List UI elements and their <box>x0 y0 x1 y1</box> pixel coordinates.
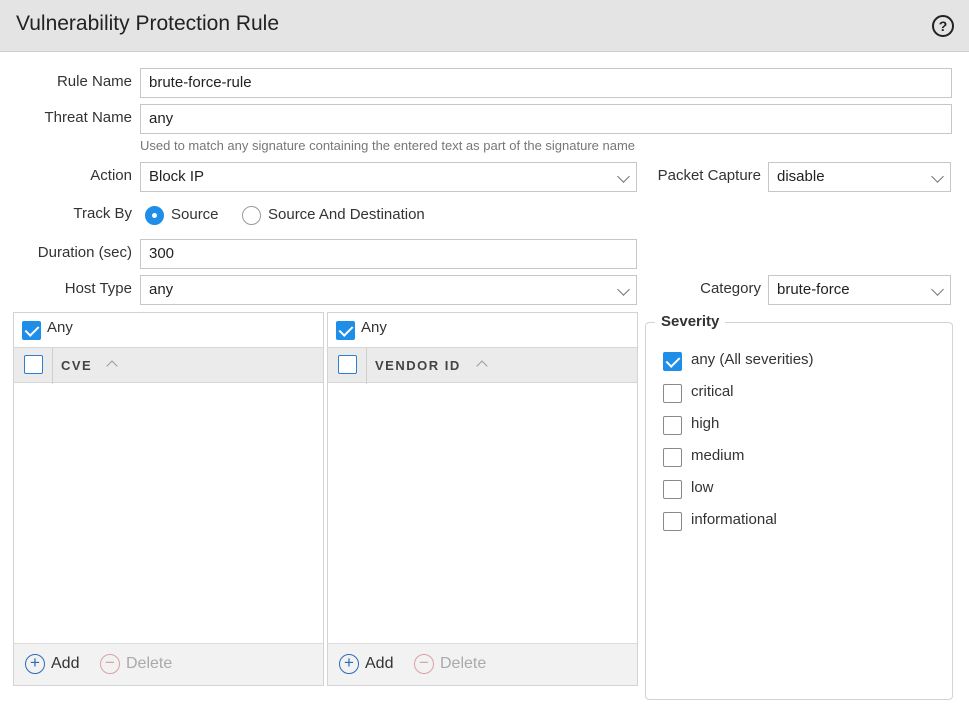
chevron-down-icon <box>931 283 944 296</box>
severity-high-label: high <box>691 415 720 432</box>
severity-any-checkbox[interactable] <box>663 352 682 371</box>
vendor-column-header: VENDOR ID <box>328 347 637 384</box>
sort-ascending-icon[interactable] <box>106 360 118 372</box>
vendor-add-button[interactable]: Add <box>365 655 393 673</box>
delete-icon: − <box>414 654 434 674</box>
track-by-source-destination-label: Source And Destination <box>268 206 425 223</box>
track-by-source-label: Source <box>171 206 219 223</box>
vendor-delete-button: Delete <box>440 655 487 672</box>
cve-column-header: CVE <box>14 347 323 384</box>
severity-high-checkbox[interactable] <box>663 416 682 435</box>
action-select[interactable]: Block IP <box>140 162 637 192</box>
add-icon[interactable]: + <box>25 654 45 674</box>
duration-input[interactable]: 300 <box>140 239 637 269</box>
track-by-source-destination-radio[interactable] <box>242 206 261 225</box>
duration-label: Duration (sec) <box>37 244 132 261</box>
vendor-panel-footer: + Add − Delete <box>328 643 637 685</box>
threat-name-hint: Used to match any signature containing t… <box>140 138 636 153</box>
add-icon[interactable]: + <box>339 654 359 674</box>
track-by-source-radio[interactable] <box>145 206 164 225</box>
delete-icon: − <box>100 654 120 674</box>
sort-ascending-icon[interactable] <box>476 360 488 372</box>
chevron-down-icon <box>931 170 944 183</box>
vendor-any-label: Any <box>361 319 387 336</box>
packet-capture-select[interactable]: disable <box>768 162 951 192</box>
severity-critical-checkbox[interactable] <box>663 384 682 403</box>
vendor-column-label[interactable]: VENDOR ID <box>375 358 461 373</box>
rule-name-label: Rule Name <box>56 73 132 90</box>
cve-select-all-checkbox[interactable] <box>24 355 43 374</box>
severity-informational-checkbox[interactable] <box>663 512 682 531</box>
category-select[interactable]: brute-force <box>768 275 951 305</box>
packet-capture-value: disable <box>777 168 825 185</box>
vendor-any-checkbox[interactable] <box>336 321 355 340</box>
packet-capture-label: Packet Capture <box>657 167 761 184</box>
chevron-down-icon <box>617 283 630 296</box>
vendor-select-all-checkbox[interactable] <box>338 355 357 374</box>
chevron-down-icon <box>617 170 630 183</box>
category-value: brute-force <box>777 281 850 298</box>
cve-column-label[interactable]: CVE <box>61 358 92 373</box>
cve-panel: Any CVE + Add − Delete <box>13 312 324 686</box>
severity-critical-label: critical <box>691 383 734 400</box>
action-select-value: Block IP <box>149 168 205 185</box>
severity-informational-label: informational <box>691 511 777 528</box>
host-type-select[interactable]: any <box>140 275 637 305</box>
rule-name-input[interactable]: brute-force-rule <box>140 68 952 98</box>
action-label: Action <box>90 167 132 184</box>
track-by-label: Track By <box>73 205 132 222</box>
vendor-id-panel: Any VENDOR ID + Add − Delete <box>327 312 638 686</box>
host-type-label: Host Type <box>64 280 132 297</box>
host-type-value: any <box>149 281 174 298</box>
dialog-title: Vulnerability Protection Rule <box>16 12 280 35</box>
severity-low-label: low <box>691 479 714 496</box>
severity-legend: Severity <box>655 313 726 330</box>
threat-name-input[interactable]: any <box>140 104 952 134</box>
help-icon[interactable]: ? <box>932 15 954 37</box>
threat-name-label: Threat Name <box>44 109 132 126</box>
severity-medium-checkbox[interactable] <box>663 448 682 467</box>
severity-any-label: any (All severities) <box>691 351 814 368</box>
dialog-titlebar: Vulnerability Protection Rule ? <box>0 0 969 52</box>
severity-medium-label: medium <box>691 447 745 464</box>
cve-delete-button: Delete <box>126 655 173 672</box>
cve-any-checkbox[interactable] <box>22 321 41 340</box>
cve-any-label: Any <box>47 319 73 336</box>
cve-panel-footer: + Add − Delete <box>14 643 323 685</box>
severity-low-checkbox[interactable] <box>663 480 682 499</box>
cve-add-button[interactable]: Add <box>51 655 79 673</box>
category-label: Category <box>700 280 761 297</box>
